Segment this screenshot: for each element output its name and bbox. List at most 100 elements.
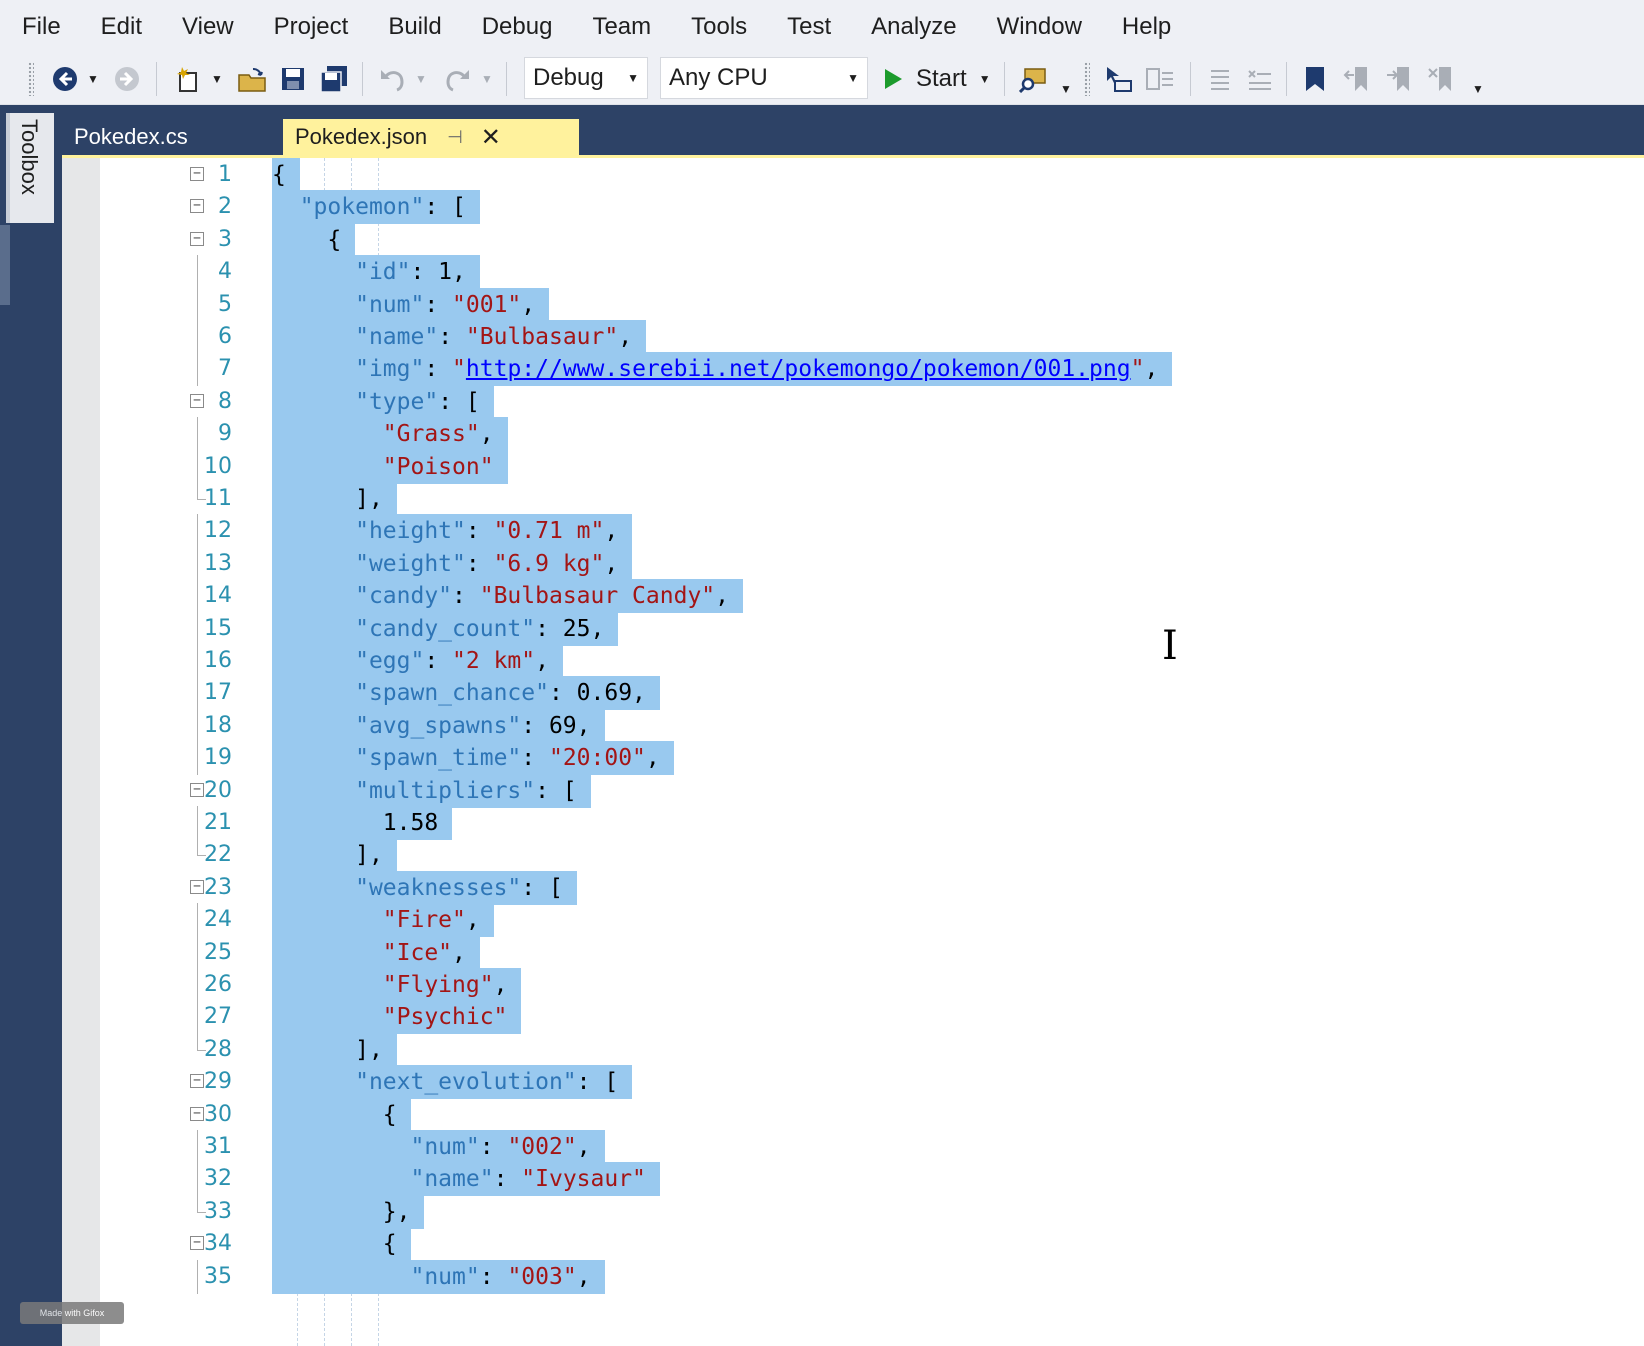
toolbox-scroll-indicator <box>0 225 10 305</box>
code-line[interactable]: 17 "spawn_chance": 0.69, <box>62 676 1644 711</box>
toolbar-grip[interactable] <box>1084 62 1090 96</box>
comment-lines-button[interactable] <box>1200 54 1238 104</box>
menu-tools[interactable]: Tools <box>671 0 767 54</box>
save-all-button[interactable] <box>316 54 352 104</box>
standard-toolbar: ▼ ▼ ▼ ▼ Debug ▼ Any CPU ▼ Start ▼ ▼ ▼ <box>0 54 1644 105</box>
toolbar-options-button[interactable]: ▼ <box>1058 54 1074 104</box>
code-line[interactable]: 26 "Flying", <box>62 968 1644 1002</box>
toolbar-options-button[interactable]: ▼ <box>1470 54 1486 104</box>
navigate-back-dropdown[interactable]: ▼ <box>84 54 102 104</box>
fold-line <box>197 676 198 711</box>
code-line[interactable]: 1− { <box>62 158 1644 192</box>
code-line[interactable]: 27 "Psychic" <box>62 1000 1644 1035</box>
code-line[interactable]: 21 1.58 <box>62 806 1644 840</box>
find-in-files-button[interactable] <box>1014 54 1054 104</box>
code-line[interactable]: 11 ], <box>62 482 1644 516</box>
collapse-toggle-icon[interactable]: − <box>190 1106 204 1121</box>
url-link[interactable]: http://www.serebii.net/pokemongo/pokemon… <box>466 356 1131 382</box>
undo-button[interactable] <box>374 54 410 104</box>
toolbox-label[interactable]: Toolbox <box>16 119 42 195</box>
tab-pokedex-cs[interactable]: Pokedex.cs <box>62 119 200 155</box>
toolbar-grip[interactable] <box>28 62 34 96</box>
code-line[interactable]: 34− { <box>62 1227 1644 1262</box>
collapse-toggle-icon[interactable]: − <box>190 393 204 408</box>
menu-help[interactable]: Help <box>1102 0 1191 54</box>
clear-bookmarks-button[interactable] <box>1422 54 1460 104</box>
collapse-toggle-icon[interactable]: − <box>190 231 204 246</box>
code-line[interactable]: 8− "type": [ <box>62 384 1644 419</box>
previous-bookmark-button[interactable] <box>1338 54 1376 104</box>
go-to-definition-button[interactable] <box>1098 54 1138 104</box>
quick-info-button[interactable] <box>1140 54 1180 104</box>
save-button[interactable] <box>276 54 310 104</box>
code-line[interactable]: 24 "Fire", <box>62 903 1644 938</box>
solution-configuration-combo[interactable]: Debug ▼ <box>524 57 648 99</box>
code-line[interactable]: 15 "candy_count": 25, <box>62 611 1644 646</box>
code-line[interactable]: 5 "num": "001", <box>62 287 1644 322</box>
code-line[interactable]: 18 "avg_spawns": 69, <box>62 708 1644 743</box>
code-line[interactable]: 16 "egg": "2 km", <box>62 644 1644 678</box>
code-line[interactable]: 31 "num": "002", <box>62 1130 1644 1164</box>
code-line[interactable]: 28 ], <box>62 1032 1644 1067</box>
open-file-button[interactable] <box>232 54 272 104</box>
menu-analyze[interactable]: Analyze <box>851 0 976 54</box>
json-punctuation: { <box>382 1231 397 1258</box>
code-text: "num": "003", <box>272 1259 605 1294</box>
code-line[interactable]: 20− "multipliers": [ <box>62 773 1644 808</box>
undo-dropdown[interactable]: ▼ <box>412 54 430 104</box>
collapse-toggle-icon[interactable]: − <box>190 1074 204 1089</box>
menu-debug[interactable]: Debug <box>462 0 573 54</box>
menu-project[interactable]: Project <box>254 0 369 54</box>
code-line[interactable]: 14 "candy": "Bulbasaur Candy", <box>62 579 1644 614</box>
code-line[interactable]: 23− "weaknesses": [ <box>62 870 1644 905</box>
code-text: ], <box>272 482 397 516</box>
pin-icon[interactable]: ⊣ <box>447 127 463 148</box>
code-line[interactable]: 6 "name": "Bulbasaur", <box>62 320 1644 354</box>
menu-test[interactable]: Test <box>767 0 851 54</box>
collapse-toggle-icon[interactable]: − <box>190 167 204 181</box>
code-line[interactable]: 19 "spawn_time": "20:00", <box>62 741 1644 776</box>
code-line[interactable]: 7 "img": "http://www.serebii.net/pokemon… <box>62 352 1644 387</box>
menu-file[interactable]: File <box>0 0 81 54</box>
new-project-dropdown[interactable]: ▼ <box>208 54 226 104</box>
navigate-back-button[interactable] <box>48 54 82 104</box>
redo-dropdown[interactable]: ▼ <box>478 54 496 104</box>
code-line[interactable]: 9 "Grass", <box>62 417 1644 452</box>
code-line[interactable]: 32 "name": "Ivysaur" <box>62 1162 1644 1197</box>
tab-pokedex-json[interactable]: Pokedex.json ⊣ ✕ <box>283 119 579 155</box>
collapse-toggle-icon[interactable]: − <box>190 1236 204 1251</box>
code-line[interactable]: 12 "height": "0.71 m", <box>62 514 1644 549</box>
code-line[interactable]: 4 "id": 1, <box>62 255 1644 290</box>
collapse-toggle-icon[interactable]: − <box>190 199 204 214</box>
code-editor[interactable]: 1−{2− "pokemon": [3− {4 "id": 1, 5 "num":… <box>62 158 1644 1346</box>
code-line[interactable]: 3− { <box>62 222 1644 257</box>
redo-button[interactable] <box>440 54 476 104</box>
code-text: "Fire", <box>272 903 494 938</box>
code-line[interactable]: 2− "pokemon": [ <box>62 190 1644 225</box>
menu-build[interactable]: Build <box>368 0 461 54</box>
close-icon[interactable]: ✕ <box>481 123 501 152</box>
start-debugging-button[interactable]: Start ▼ <box>882 54 998 104</box>
code-line[interactable]: 30− { <box>62 1097 1644 1132</box>
menu-window[interactable]: Window <box>977 0 1102 54</box>
menu-team[interactable]: Team <box>572 0 671 54</box>
menu-view[interactable]: View <box>162 0 254 54</box>
code-line[interactable]: 33 }, <box>62 1194 1644 1229</box>
code-line[interactable]: 25 "Ice", <box>62 935 1644 970</box>
collapse-toggle-icon[interactable]: − <box>190 879 204 894</box>
code-line[interactable]: 22 ], <box>62 838 1644 873</box>
navigate-forward-button[interactable] <box>110 54 144 104</box>
code-line[interactable]: 10 "Poison" <box>62 449 1644 484</box>
toggle-bookmark-button[interactable] <box>1296 54 1334 104</box>
solution-platform-combo[interactable]: Any CPU ▼ <box>660 57 868 99</box>
menu-edit[interactable]: Edit <box>81 0 162 54</box>
code-line[interactable]: 29− "next_evolution": [ <box>62 1065 1644 1100</box>
uncomment-lines-button[interactable] <box>1240 54 1278 104</box>
next-bookmark-button[interactable] <box>1380 54 1418 104</box>
new-project-button[interactable] <box>168 54 208 104</box>
platform-value: Any CPU <box>669 64 768 91</box>
tab-label: Pokedex.cs <box>74 124 188 149</box>
collapse-toggle-icon[interactable]: − <box>190 782 204 797</box>
code-line[interactable]: 35 "num": "003", <box>62 1259 1644 1294</box>
code-line[interactable]: 13 "weight": "6.9 kg", <box>62 546 1644 581</box>
